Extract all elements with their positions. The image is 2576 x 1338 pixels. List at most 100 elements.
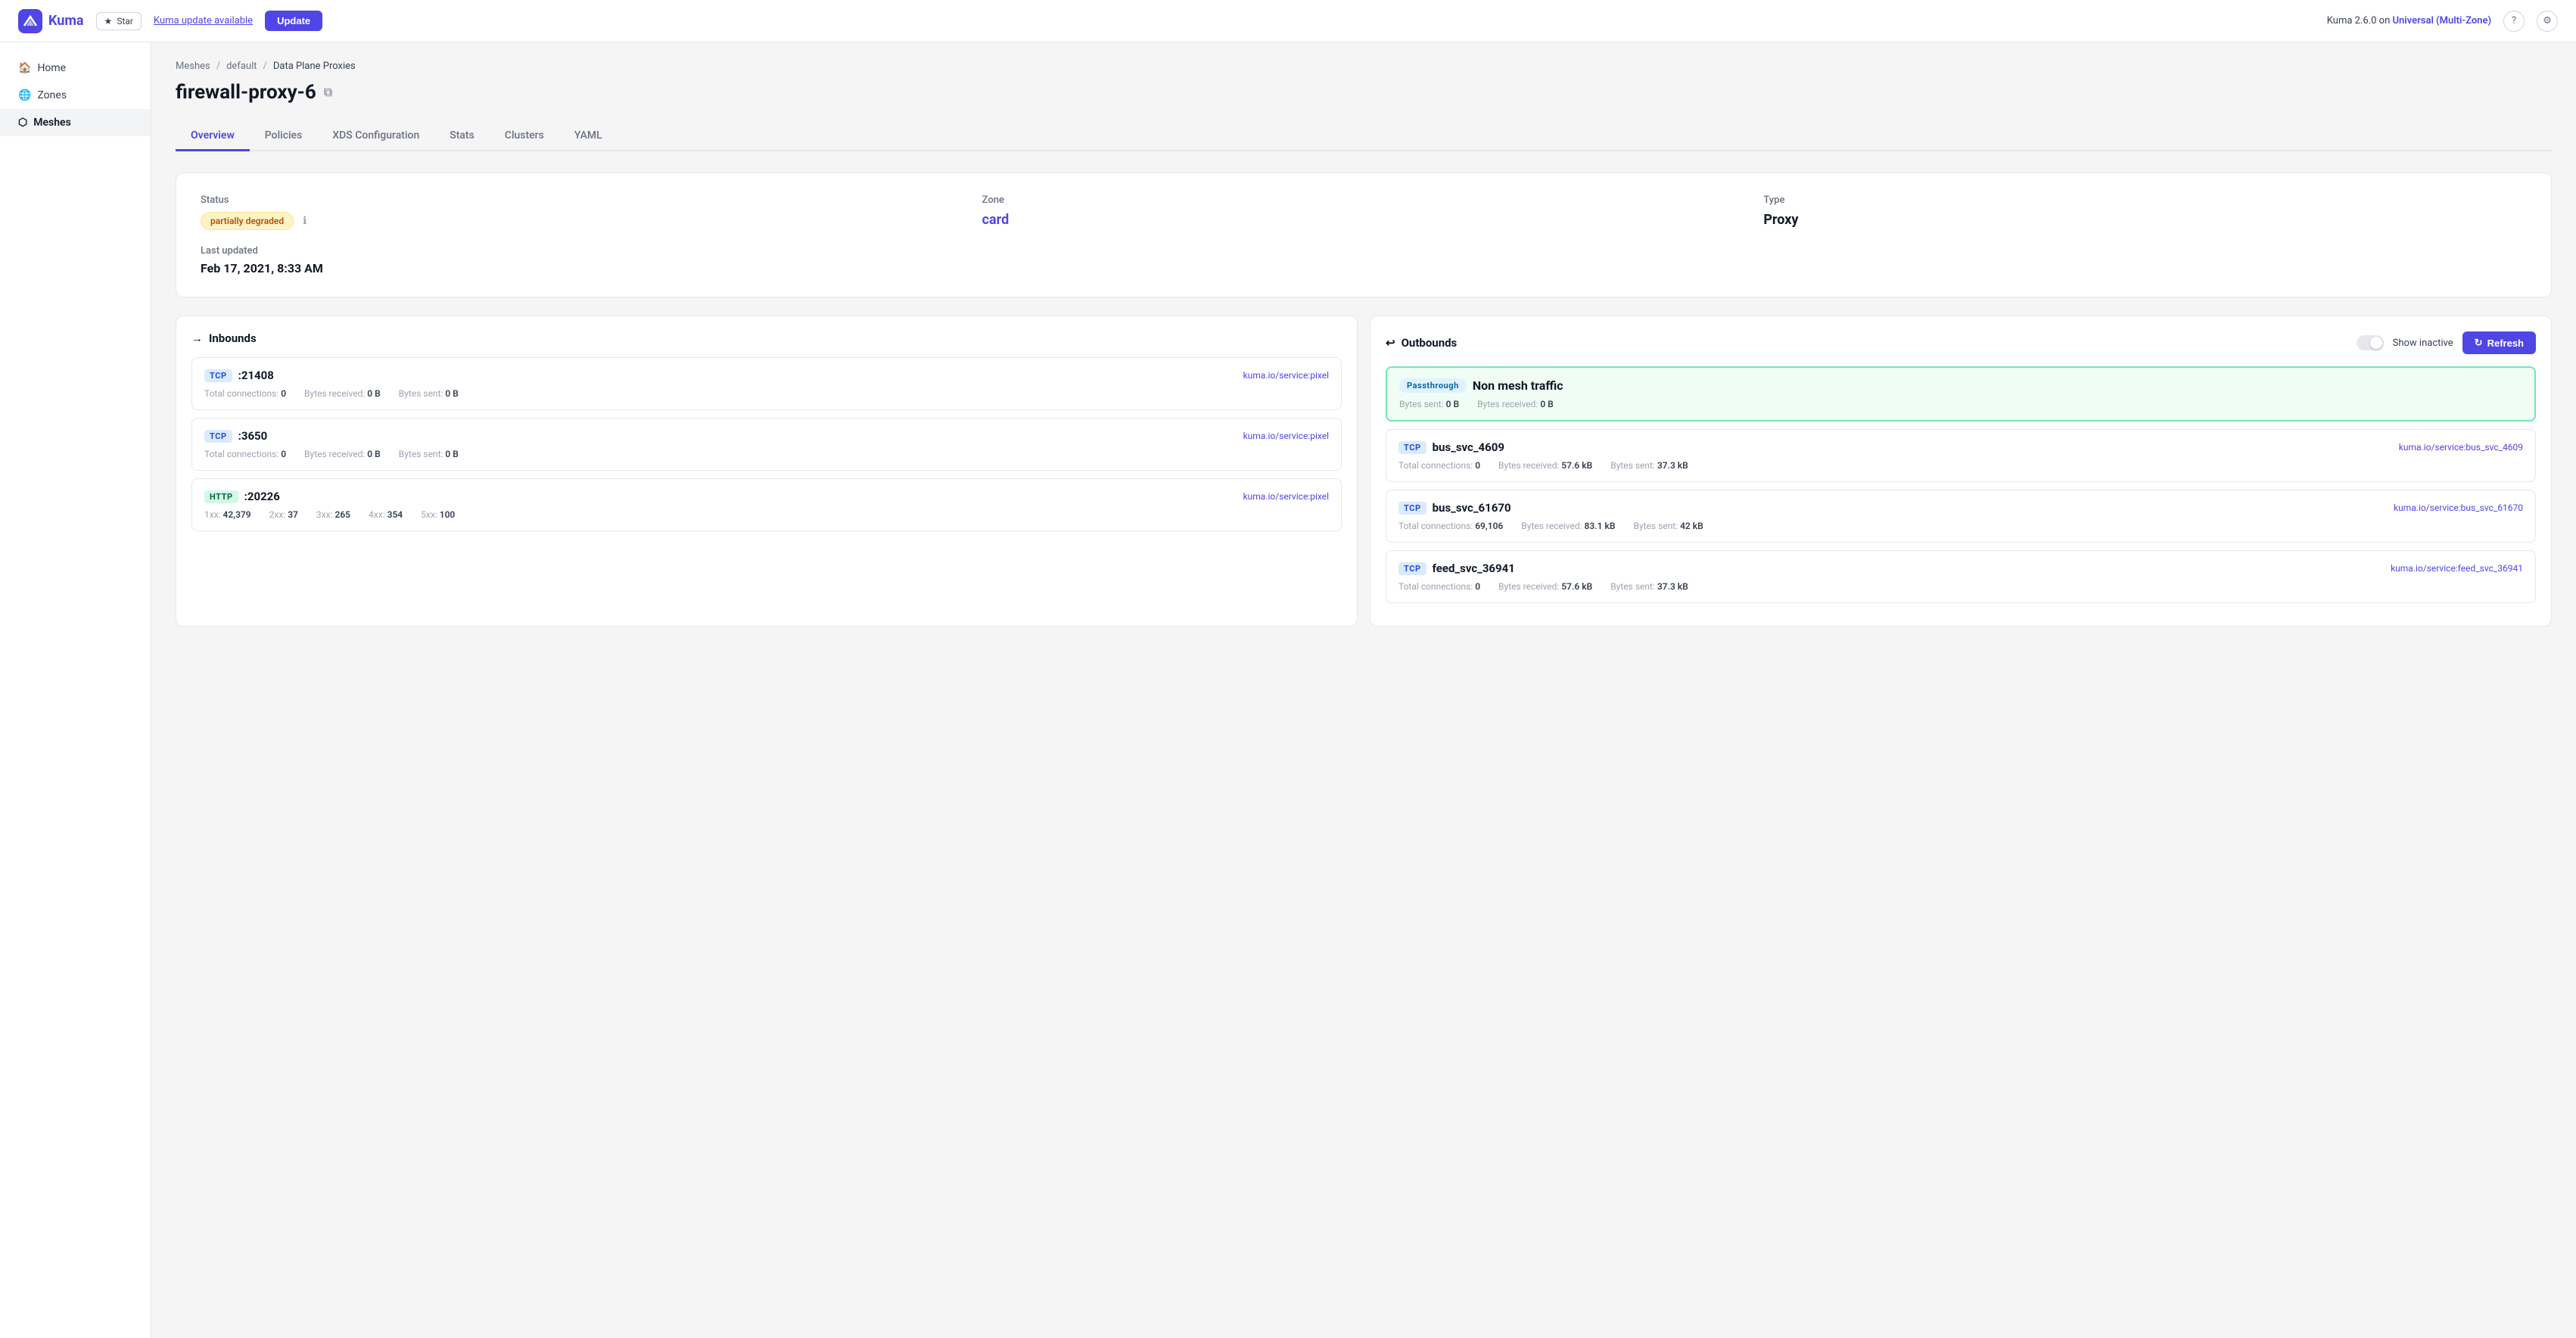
zone-value[interactable]: card [982,212,1746,228]
last-updated-section: Last updated Feb 17, 2021, 8:33 AM [201,245,2527,275]
outbound-2-stats: Total connections: 0 Bytes received: 57.… [1398,581,2523,592]
breadcrumb-default[interactable]: default [226,61,257,72]
type-label: Type [1763,194,2527,206]
meshes-icon: ⬡ [18,117,27,129]
tab-policies[interactable]: Policies [250,122,318,151]
inbounds-panel: → Inbounds TCP :21408 kuma.io/service:pi… [176,316,1358,627]
inbound-2-5xx: 5xx: 100 [421,509,455,520]
last-updated-value: Feb 17, 2021, 8:33 AM [201,261,2527,275]
inbound-1-bytes-sent: Bytes sent: 0 B [399,449,459,459]
outbound-2-bytes-recv: Bytes received: 57.6 kB [1498,581,1592,592]
inbound-1-bytes-recv-val: 0 B [367,449,380,459]
refresh-button[interactable]: ↻ Refresh [2462,331,2536,354]
outbound-1-bytes-recv-val: 83.1 kB [1585,521,1616,531]
status-label: Status [201,194,964,206]
inbound-row-2-left: HTTP :20226 [204,490,280,503]
outbounds-header-left: ↩ Outbounds [1386,336,1457,350]
outbound-2-tag[interactable]: kuma.io/service:feed_svc_36941 [2391,563,2523,574]
outbound-2-proto: TCP [1398,562,1426,575]
outbound-0-bytes-recv-val: 57.6 kB [1561,460,1592,471]
zone-link[interactable]: Universal (Multi-Zone) [2393,15,2492,26]
passthrough-row: Passthrough Non mesh traffic Bytes sent:… [1386,366,2536,422]
passthrough-bytes-recv: Bytes received: 0 B [1477,399,1554,409]
outbound-row-2: TCP feed_svc_36941 kuma.io/service:feed_… [1386,550,2536,603]
outbound-row-0-header: TCP bus_svc_4609 kuma.io/service:bus_svc… [1398,440,2523,454]
outbound-1-bytes-sent: Bytes sent: 42 kB [1633,521,1703,531]
passthrough-bytes-recv-val: 0 B [1540,399,1553,409]
tabs: Overview Policies XDS Configuration Stat… [176,122,2552,151]
outbound-1-connections: Total connections: 69,106 [1398,521,1503,531]
logo-text: Kuma [48,13,84,29]
inbound-1-proto: TCP [204,430,232,443]
sidebar-item-zones-label: Zones [37,89,67,101]
inbound-0-port: :21408 [238,369,274,382]
outbound-1-bytes-recv: Bytes received: 83.1 kB [1521,521,1615,531]
show-inactive-label: Show inactive [2393,338,2453,349]
sidebar-item-meshes[interactable]: ⬡ Meshes [0,109,151,136]
sidebar-item-home-label: Home [37,62,66,74]
outbound-2-name: feed_svc_36941 [1433,562,1515,575]
tab-yaml[interactable]: YAML [559,122,618,151]
inbound-0-stats: Total connections: 0 Bytes received: 0 B… [204,388,1329,399]
inbound-2-4xx: 4xx: 354 [369,509,403,520]
inbound-1-stats: Total connections: 0 Bytes received: 0 B… [204,449,1329,459]
settings-button[interactable]: ⚙ [2537,11,2558,32]
sidebar-item-zones[interactable]: 🌐 Zones [0,82,151,109]
inbounds-header: → Inbounds [191,331,1342,345]
outbounds-title: Outbounds [1402,336,1458,350]
inbound-2-3xx-val: 265 [334,509,350,520]
tab-stats[interactable]: Stats [434,122,490,151]
status-badge: partially degraded [201,212,294,230]
page-title: firewall-proxy-6 [176,81,316,104]
tab-xds-configuration[interactable]: XDS Configuration [317,122,434,151]
outbound-2-bytes-sent-val: 37.3 kB [1657,581,1688,592]
inbound-2-1xx: 1xx: 42,379 [204,509,251,520]
breadcrumb-sep-1: / [216,61,220,72]
show-inactive-toggle[interactable] [2357,335,2384,350]
info-grid: Status partially degraded ℹ Zone card Ty… [201,194,2527,230]
inbounds-arrow-icon: → [191,331,203,345]
sidebar-item-home[interactable]: 🏠 Home [0,54,151,82]
github-star-button[interactable]: ★ Star [96,12,142,30]
inbound-0-tag[interactable]: kuma.io/service:pixel [1243,370,1329,381]
outbound-2-bytes-recv-val: 57.6 kB [1561,581,1592,592]
breadcrumb-meshes[interactable]: Meshes [176,61,210,72]
outbound-row-1-header: TCP bus_svc_61670 kuma.io/service:bus_sv… [1398,501,2523,515]
outbound-0-connections: Total connections: 0 [1398,460,1480,471]
inbound-2-4xx-val: 354 [387,509,403,520]
inbound-2-3xx: 3xx: 265 [316,509,350,520]
status-info-icon[interactable]: ℹ [303,215,306,227]
logo: Kuma [18,9,84,33]
outbound-1-stats: Total connections: 69,106 Bytes received… [1398,521,2523,531]
inbound-1-bytes-sent-val: 0 B [445,449,458,459]
inbound-row-0: TCP :21408 kuma.io/service:pixel Total c… [191,357,1342,410]
update-notice[interactable]: Kuma update available [154,15,253,26]
passthrough-bytes-sent-val: 0 B [1446,399,1459,409]
inbound-2-2xx-val: 37 [288,509,298,520]
outbound-1-tag[interactable]: kuma.io/service:bus_svc_61670 [2394,503,2523,513]
inbound-1-connections: Total connections: 0 [204,449,286,459]
tab-overview[interactable]: Overview [176,122,250,151]
help-button[interactable]: ? [2503,11,2525,32]
outbound-0-tag[interactable]: kuma.io/service:bus_svc_4609 [2399,442,2523,453]
inbound-2-tag[interactable]: kuma.io/service:pixel [1243,491,1329,502]
inbound-row-1-header: TCP :3650 kuma.io/service:pixel [204,429,1329,443]
topnav-right: Kuma 2.6.0 on Universal (Multi-Zone) ? ⚙ [2327,11,2558,32]
update-button[interactable]: Update [265,11,322,31]
tab-clusters[interactable]: Clusters [490,122,559,151]
inbound-1-tag[interactable]: kuma.io/service:pixel [1243,431,1329,441]
refresh-icon: ↻ [2475,337,2483,349]
inbound-2-stats: 1xx: 42,379 2xx: 37 3xx: 265 4xx: [204,509,1329,520]
home-icon: 🏠 [18,62,31,74]
inbound-row-1-left: TCP :3650 [204,429,267,443]
outbound-row-1: TCP bus_svc_61670 kuma.io/service:bus_sv… [1386,490,2536,543]
breadcrumb: Meshes / default / Data Plane Proxies [176,61,2552,72]
zones-icon: 🌐 [18,89,31,101]
inbound-0-connections: Total connections: 0 [204,388,286,399]
copy-icon[interactable]: ⧉ [324,85,332,100]
outbounds-header-right: Show inactive ↻ Refresh [2357,331,2536,354]
refresh-label: Refresh [2487,338,2524,349]
outbounds-panel: ↩ Outbounds Show inactive ↻ Refresh [1370,316,2552,627]
inbound-0-bytes-sent: Bytes sent: 0 B [399,388,459,399]
inbound-row-2-header: HTTP :20226 kuma.io/service:pixel [204,490,1329,503]
